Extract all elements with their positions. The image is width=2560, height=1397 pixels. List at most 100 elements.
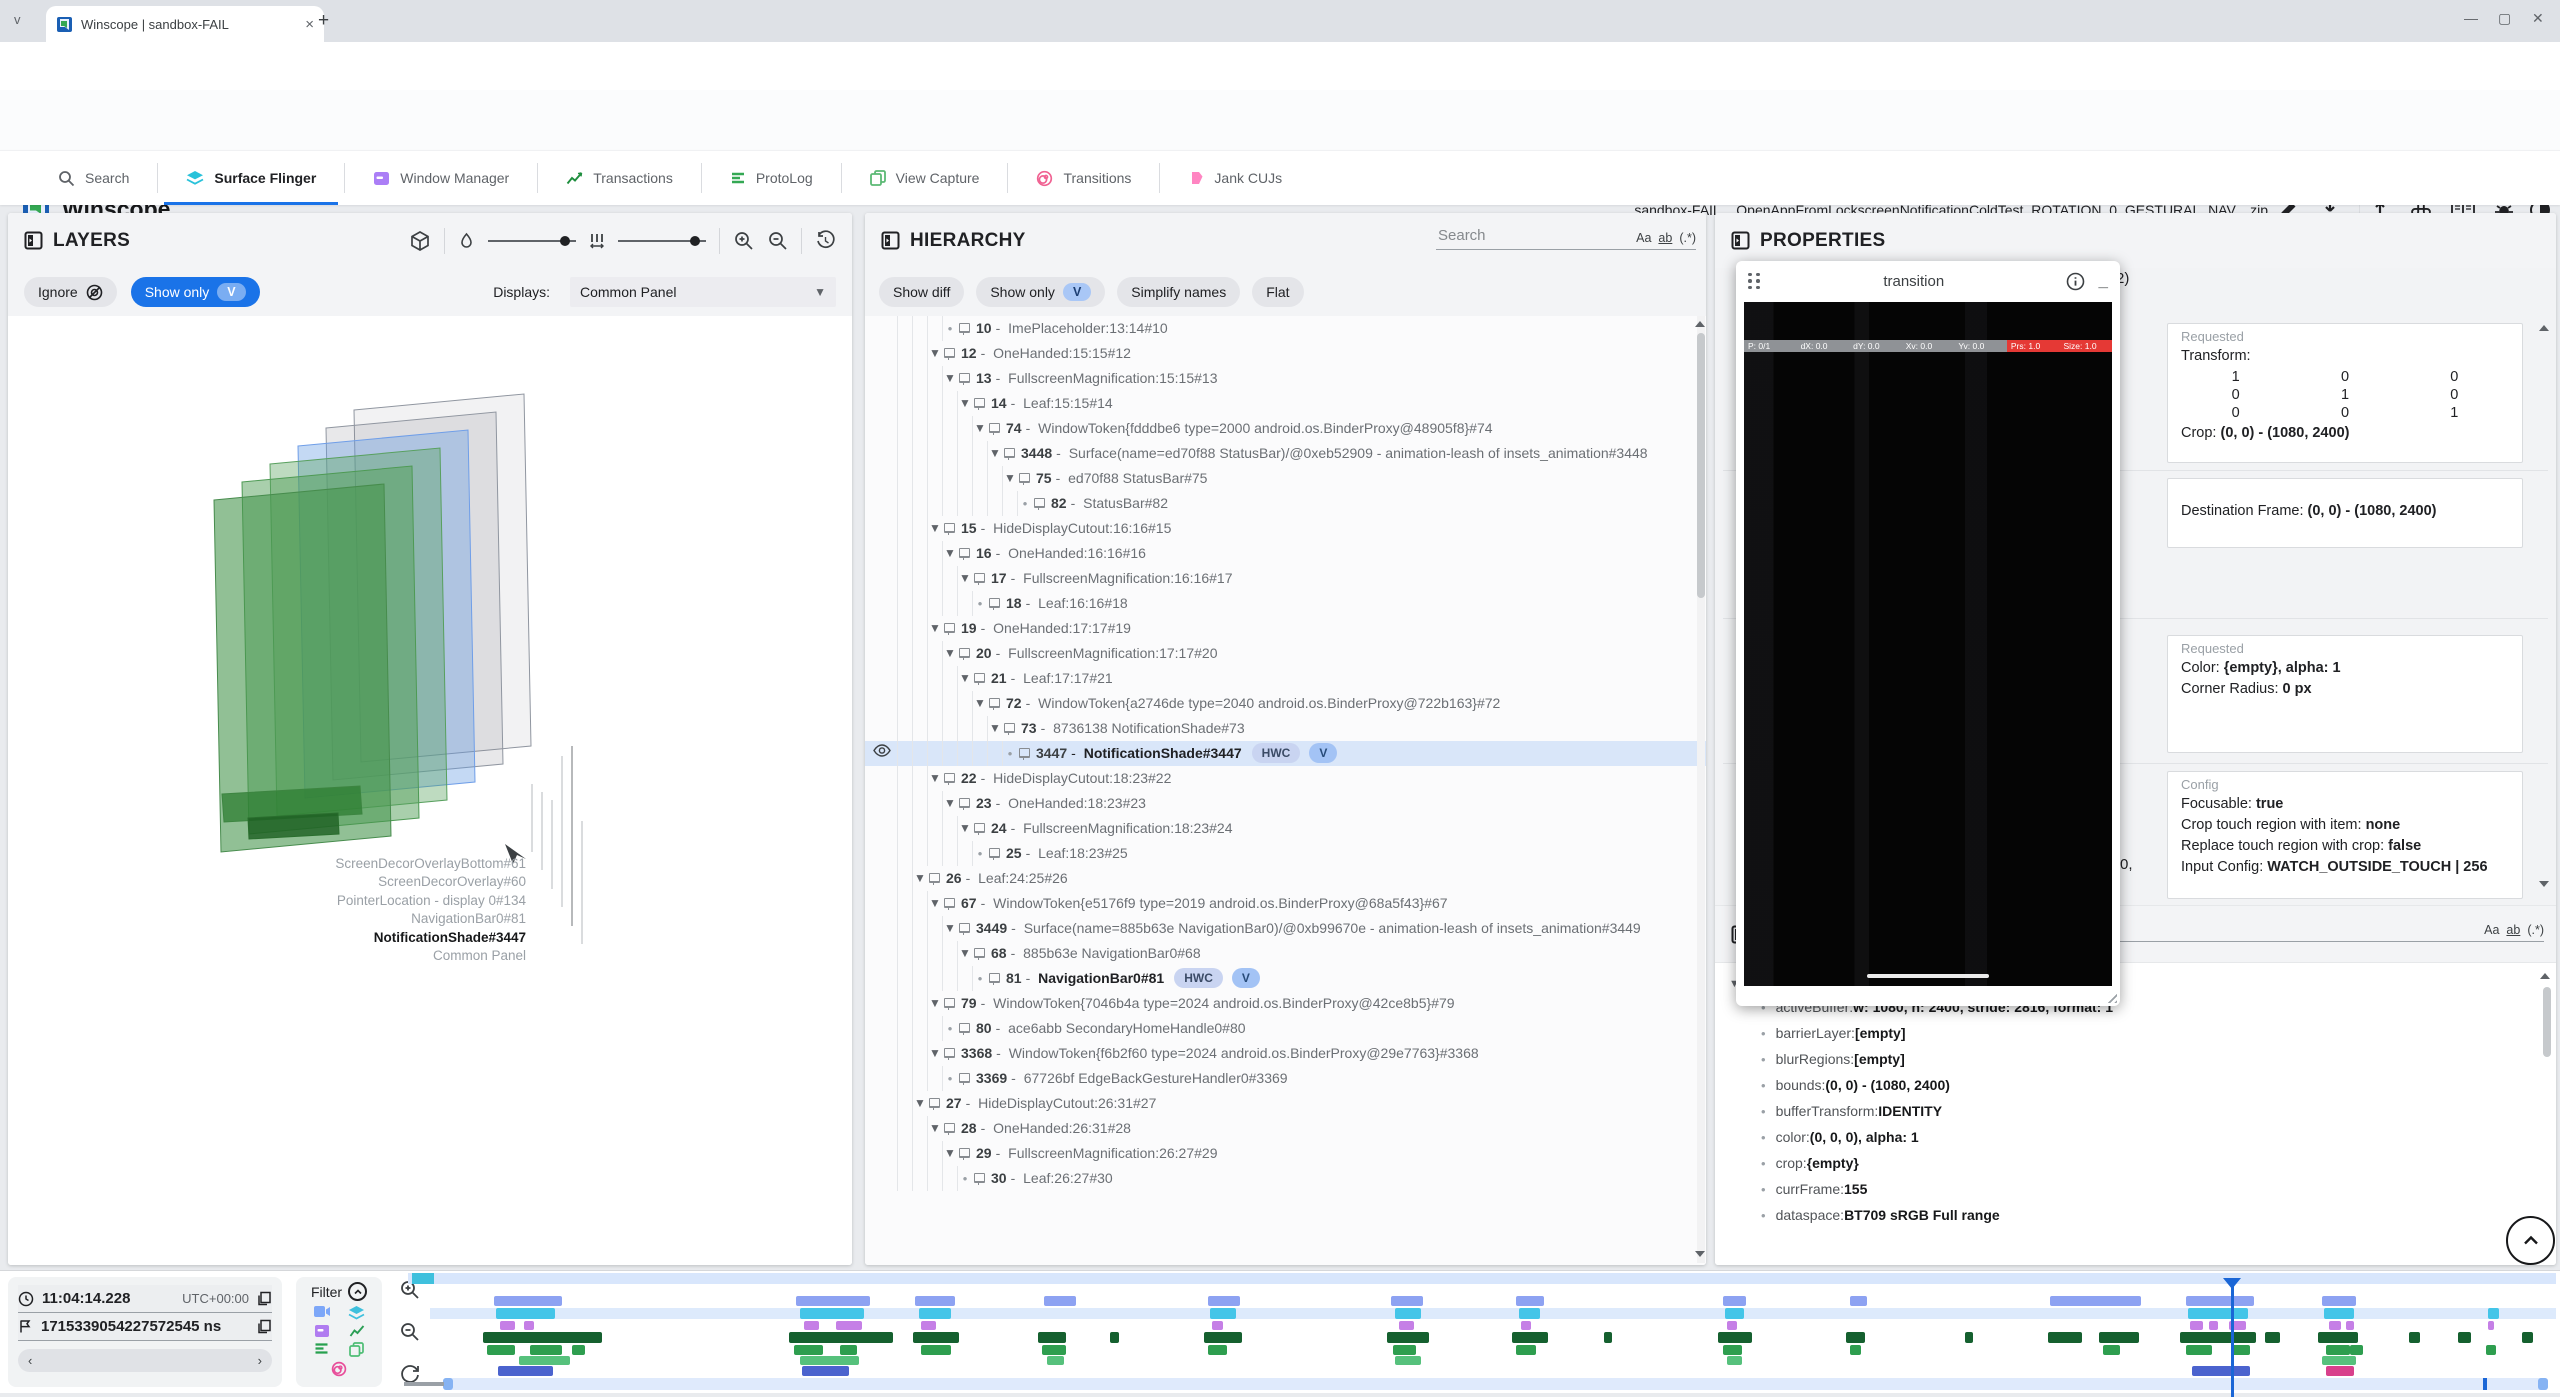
pin-icon[interactable] xyxy=(959,1148,970,1158)
expand-arrow-icon[interactable]: ▼ xyxy=(928,891,942,916)
surface-flinger-track[interactable] xyxy=(430,1308,2556,1319)
tree-row[interactable]: •81- NavigationBar0#81HWCV xyxy=(865,966,1706,991)
expand-arrow-icon[interactable]: ▼ xyxy=(928,341,942,366)
trace-segment[interactable] xyxy=(794,1345,824,1355)
pin-icon[interactable] xyxy=(944,898,955,908)
expand-arrow-icon[interactable]: ▼ xyxy=(973,691,987,716)
expand-arrow-icon[interactable]: ▼ xyxy=(943,366,957,391)
trace-segment[interactable] xyxy=(2350,1345,2363,1355)
trace-segment[interactable] xyxy=(1850,1296,1867,1306)
ns-time-field[interactable]: 1715339054227572545 ns xyxy=(18,1313,272,1341)
property-row[interactable]: •color: (0, 0, 0), alpha: 1 xyxy=(1715,1129,2556,1155)
pin-icon[interactable] xyxy=(974,823,985,833)
expand-arrow-icon[interactable]: ▼ xyxy=(943,791,957,816)
expand-arrow-icon[interactable]: ▼ xyxy=(928,616,942,641)
pin-icon[interactable] xyxy=(974,573,985,583)
expand-arrow-icon[interactable]: ▼ xyxy=(973,416,987,441)
tree-row[interactable]: •18- Leaf:16:16#18 xyxy=(865,591,1706,616)
pin-icon[interactable] xyxy=(1019,748,1030,758)
ignore-button[interactable]: Ignore xyxy=(24,277,117,307)
step-forward-icon[interactable]: › xyxy=(258,1353,262,1368)
properties-scroll-thumb[interactable] xyxy=(2543,987,2551,1057)
trace-segment[interactable] xyxy=(2318,1332,2358,1343)
new-tab-icon[interactable]: + xyxy=(318,10,329,32)
trace-segment[interactable] xyxy=(2103,1345,2120,1355)
tab-window-manager[interactable]: Window Manager xyxy=(345,151,537,205)
trace-segment[interactable] xyxy=(2522,1332,2533,1343)
scroll-up-icon[interactable] xyxy=(1695,321,1705,327)
properties-search-field[interactable]: Aa ab (.*) xyxy=(2070,918,2544,942)
resize-handle-icon[interactable] xyxy=(2104,990,2117,1003)
match-case-toggle[interactable]: Aa xyxy=(1636,231,1651,245)
trace-segment[interactable] xyxy=(1387,1332,1430,1343)
trace-segment[interactable] xyxy=(800,1308,864,1319)
trace-segment[interactable] xyxy=(804,1321,819,1330)
layer-label[interactable]: PointerLocation - display 0#134 xyxy=(337,893,527,908)
trace-segment[interactable] xyxy=(1208,1345,1227,1355)
tree-row[interactable]: ▼21- Leaf:17:17#21 xyxy=(865,666,1706,691)
trace-segment[interactable] xyxy=(1047,1356,1064,1365)
trace-segment[interactable] xyxy=(921,1321,936,1330)
tab-search-chevron-icon[interactable]: v xyxy=(14,12,21,27)
trace-segment[interactable] xyxy=(1395,1356,1421,1365)
window-maximize-icon[interactable]: ▢ xyxy=(2498,10,2511,27)
trace-segment[interactable] xyxy=(483,1332,602,1343)
scroll-up-icon[interactable] xyxy=(2539,325,2549,331)
trace-segment[interactable] xyxy=(1604,1332,1613,1343)
tree-row[interactable]: ▼75- ed70f88 StatusBar#75 xyxy=(865,466,1706,491)
panel-icon[interactable] xyxy=(881,231,900,250)
trace-segment[interactable] xyxy=(2346,1321,2355,1330)
protolog-icon[interactable] xyxy=(314,1342,329,1357)
trace-segment[interactable] xyxy=(2322,1296,2356,1306)
tree-row[interactable]: •80- ace6abb SecondaryHomeHandle0#80 xyxy=(865,1016,1706,1041)
pin-icon[interactable] xyxy=(959,798,970,808)
trace-segment[interactable] xyxy=(789,1332,893,1343)
pin-icon[interactable] xyxy=(944,348,955,358)
pin-icon[interactable] xyxy=(1004,723,1015,733)
pin-icon[interactable] xyxy=(974,948,985,958)
trace-segment[interactable] xyxy=(519,1356,570,1365)
tree-row[interactable]: •25- Leaf:18:23#25 xyxy=(865,841,1706,866)
pin-icon[interactable] xyxy=(959,548,970,558)
pin-icon[interactable] xyxy=(1019,473,1030,483)
pin-icon[interactable] xyxy=(959,648,970,658)
transition-overlay-window[interactable]: transition _ P: 0/1dX: 0.0dY: 0.0Xv: 0.0… xyxy=(1736,261,2120,1006)
property-row[interactable]: •bufferTransform: IDENTITY xyxy=(1715,1103,2556,1129)
properties-search-input[interactable] xyxy=(2070,918,2477,937)
trace-segment[interactable] xyxy=(500,1321,515,1330)
trace-segment[interactable] xyxy=(915,1296,955,1306)
trace-segment[interactable] xyxy=(1725,1308,1744,1319)
timeline-tracks[interactable] xyxy=(430,1293,2556,1378)
expand-arrow-icon[interactable]: ▼ xyxy=(913,866,927,891)
tab-close-icon[interactable]: × xyxy=(305,16,314,33)
expand-arrow-icon[interactable]: ▼ xyxy=(928,516,942,541)
expand-arrow-icon[interactable]: ▼ xyxy=(958,566,972,591)
layer-label[interactable]: Common Panel xyxy=(433,948,526,963)
expand-arrow-icon[interactable]: ▼ xyxy=(958,391,972,416)
panel-icon[interactable] xyxy=(24,231,43,250)
tree-row[interactable]: ▼17- FullscreenMagnification:16:16#17 xyxy=(865,566,1706,591)
trace-segment[interactable] xyxy=(2050,1296,2141,1306)
window-manager-track[interactable] xyxy=(430,1321,2556,1330)
tree-row[interactable]: ▼16- OneHanded:16:16#16 xyxy=(865,541,1706,566)
trace-segment[interactable] xyxy=(1850,1345,1861,1355)
window-close-icon[interactable]: ✕ xyxy=(2532,10,2544,27)
protolog-track[interactable] xyxy=(430,1345,2556,1355)
trace-segment[interactable] xyxy=(2265,1332,2280,1343)
trace-segment[interactable] xyxy=(1042,1345,1065,1355)
trace-segment[interactable] xyxy=(2048,1332,2082,1343)
trace-segment[interactable] xyxy=(2488,1321,2494,1330)
trace-segment[interactable] xyxy=(1393,1345,1416,1355)
collapse-timeline-button[interactable] xyxy=(2506,1216,2555,1265)
trace-segment[interactable] xyxy=(530,1345,562,1355)
trace-segment[interactable] xyxy=(1038,1332,1066,1343)
trace-segment[interactable] xyxy=(524,1321,535,1330)
expand-arrow-icon[interactable]: ▼ xyxy=(958,941,972,966)
expand-arrow-icon[interactable]: ▼ xyxy=(943,541,957,566)
trace-segment[interactable] xyxy=(1519,1308,1540,1319)
flat-button[interactable]: Flat xyxy=(1252,277,1303,307)
tree-row[interactable]: ▼19- OneHanded:17:17#19 xyxy=(865,616,1706,641)
trace-segment[interactable] xyxy=(2188,1308,2248,1319)
scroll-down-icon[interactable] xyxy=(1695,1251,1705,1257)
match-word-toggle[interactable]: ab xyxy=(1658,231,1672,245)
